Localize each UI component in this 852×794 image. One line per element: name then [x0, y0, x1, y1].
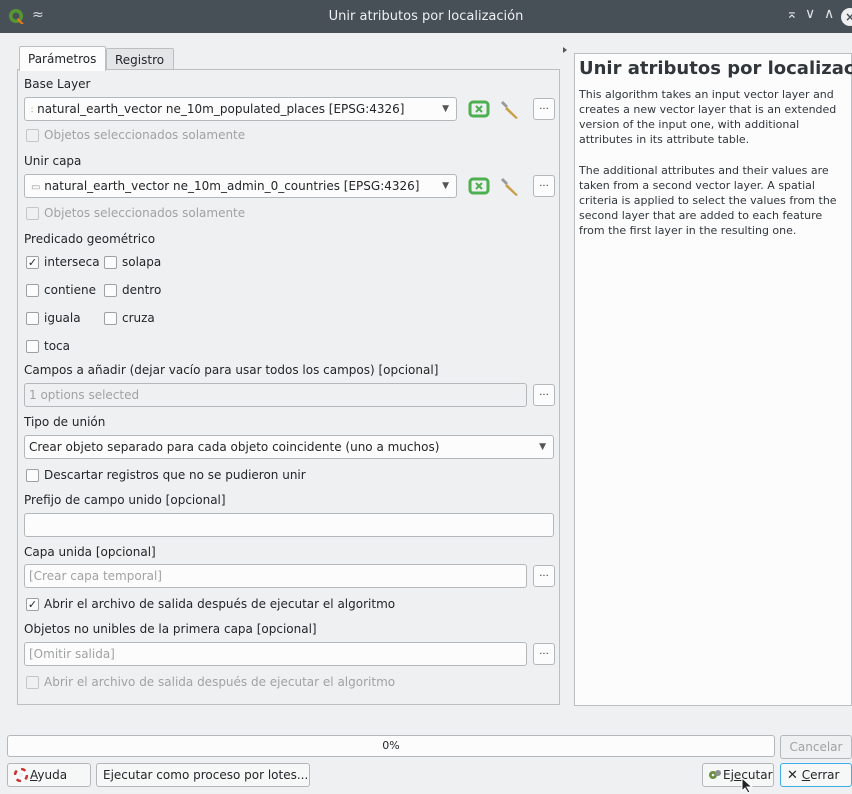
nonjoinable-browse-button[interactable]: ... [533, 643, 555, 665]
predicate-solapa-checkbox[interactable] [104, 256, 117, 269]
base-selected-only-checkbox[interactable] [26, 129, 39, 142]
predicate-toca-label: toca [44, 339, 70, 353]
cancel-button[interactable]: Cancelar [780, 735, 852, 759]
prefix-label: Prefijo de campo unido [opcional] [24, 493, 226, 507]
base-layer-browse-button[interactable]: ... [533, 98, 555, 120]
run-button[interactable]: Ejecutar [702, 763, 774, 787]
open-nonjoinable-checkbox[interactable] [26, 676, 39, 689]
title-bar: ≈ Unir atributos por localización ⌅ ∨ ∧ … [0, 0, 852, 33]
help-button-label: yuda [37, 768, 68, 782]
help-panel: Unir atributos por localización This alg… [574, 53, 852, 706]
minimize-icon[interactable]: ∨ [805, 6, 815, 22]
advanced-options-wrench-icon[interactable] [498, 98, 522, 120]
predicate-dentro-checkbox[interactable] [104, 284, 117, 297]
base-layer-value: natural_earth_vector ne_10m_populated_pl… [37, 102, 405, 116]
join-type-label: Tipo de unión [24, 415, 106, 429]
help-button[interactable]: Ayuda [7, 763, 91, 787]
predicate-interseca-checkbox[interactable]: ✓ [26, 256, 39, 269]
predicate-iguala-checkbox[interactable] [26, 312, 39, 325]
parameters-panel: Base Layer ∶ natural_earth_vector ne_10m… [17, 69, 560, 705]
mouse-cursor-icon [741, 777, 754, 794]
open-nonjoinable-label: Abrir el archivo de salida después de ej… [44, 675, 396, 689]
discard-label: Descartar registros que no se pudieron u… [44, 468, 306, 482]
advanced-options-wrench-icon[interactable] [498, 175, 522, 197]
join-layer-combo[interactable]: ▭ natural_earth_vector ne_10m_admin_0_co… [24, 174, 457, 198]
run-button-label-pre: Ej [723, 768, 734, 782]
batch-process-button[interactable]: Ejecutar como proceso por lotes... [96, 763, 310, 787]
predicate-toca-checkbox[interactable] [26, 340, 39, 353]
help-lifebuoy-icon [14, 768, 28, 782]
predicate-contiene-label: contiene [44, 283, 96, 297]
predicate-solapa-label: solapa [122, 255, 162, 269]
output-input[interactable]: [Crear capa temporal] [24, 564, 527, 588]
fields-label: Campos a añadir (dejar vacío para usar t… [24, 363, 439, 377]
tab-registro[interactable]: Registro [106, 48, 174, 70]
help-paragraph-1: This algorithm takes an input vector lay… [579, 88, 837, 146]
predicate-cruza-label: cruza [122, 311, 155, 325]
predicate-interseca-label: interseca [44, 255, 100, 269]
join-layer-label: Unir capa [24, 154, 82, 168]
predicate-label: Predicado geométrico [24, 232, 156, 246]
output-browse-button[interactable]: ... [533, 565, 555, 587]
base-selected-only-label: Objetos seleccionados solamente [44, 128, 246, 142]
predicate-dentro-label: dentro [122, 283, 162, 297]
shade-icon[interactable]: ⌅ [786, 6, 798, 22]
help-paragraph-2: The additional attributes and their valu… [579, 164, 837, 237]
dialog-body: Parámetros Registro Base Layer ∶ natural… [0, 33, 852, 794]
prefix-input[interactable] [24, 513, 554, 537]
close-window-icon[interactable]: × [841, 8, 852, 26]
chevron-down-icon: ▼ [442, 104, 449, 114]
join-layer-browse-button[interactable]: ... [533, 175, 555, 197]
open-output-label: Abrir el archivo de salida después de ej… [44, 597, 396, 611]
join-selected-only-checkbox[interactable] [26, 207, 39, 220]
maximize-icon[interactable]: ∧ [824, 6, 834, 22]
run-gears-icon [709, 770, 721, 779]
polygon-layer-icon: ▭ [31, 182, 41, 193]
output-label: Capa unida [opcional] [24, 545, 156, 559]
base-layer-label: Base Layer [24, 77, 91, 91]
close-button-mnemonic: C [801, 768, 811, 782]
predicate-cruza-checkbox[interactable] [104, 312, 117, 325]
predicate-contiene-checkbox[interactable] [26, 284, 39, 297]
join-selected-only-label: Objetos seleccionados solamente [44, 206, 246, 220]
iterate-features-icon[interactable] [467, 98, 491, 120]
join-layer-value: natural_earth_vector ne_10m_admin_0_coun… [44, 179, 420, 193]
close-x-icon: ✕ [787, 768, 798, 783]
progress-bar: 0% [7, 735, 775, 757]
fields-selector[interactable]: 1 options selected [24, 383, 527, 407]
nonjoinable-input[interactable]: [Omitir salida] [24, 642, 527, 666]
chevron-down-icon: ▼ [539, 442, 546, 452]
open-output-checkbox[interactable]: ✓ [26, 598, 39, 611]
base-layer-combo[interactable]: ∶ natural_earth_vector ne_10m_populated_… [24, 97, 457, 121]
window-title: Unir atributos por localización [328, 9, 524, 24]
splitter-arrow-icon[interactable] [562, 46, 568, 54]
close-button-label: errar [810, 768, 840, 782]
fields-browse-button[interactable]: ... [533, 384, 555, 406]
tab-parametros[interactable]: Parámetros [19, 46, 106, 71]
iterate-features-icon[interactable] [467, 175, 491, 197]
predicate-iguala-label: iguala [44, 311, 81, 325]
point-layer-icon: ∶ [31, 106, 34, 116]
close-button[interactable]: ✕ Cerrar [780, 763, 852, 787]
help-title: Unir atributos por localización [579, 58, 852, 79]
join-type-combo[interactable]: Crear objeto separado para cada objeto c… [24, 435, 554, 459]
nonjoinable-label: Objetos no unibles de la primera capa [o… [24, 622, 317, 636]
chevron-down-icon: ▼ [442, 181, 449, 191]
progress-text: 0% [382, 739, 400, 752]
discard-checkbox[interactable] [26, 469, 39, 482]
join-type-value: Crear objeto separado para cada objeto c… [29, 440, 440, 454]
